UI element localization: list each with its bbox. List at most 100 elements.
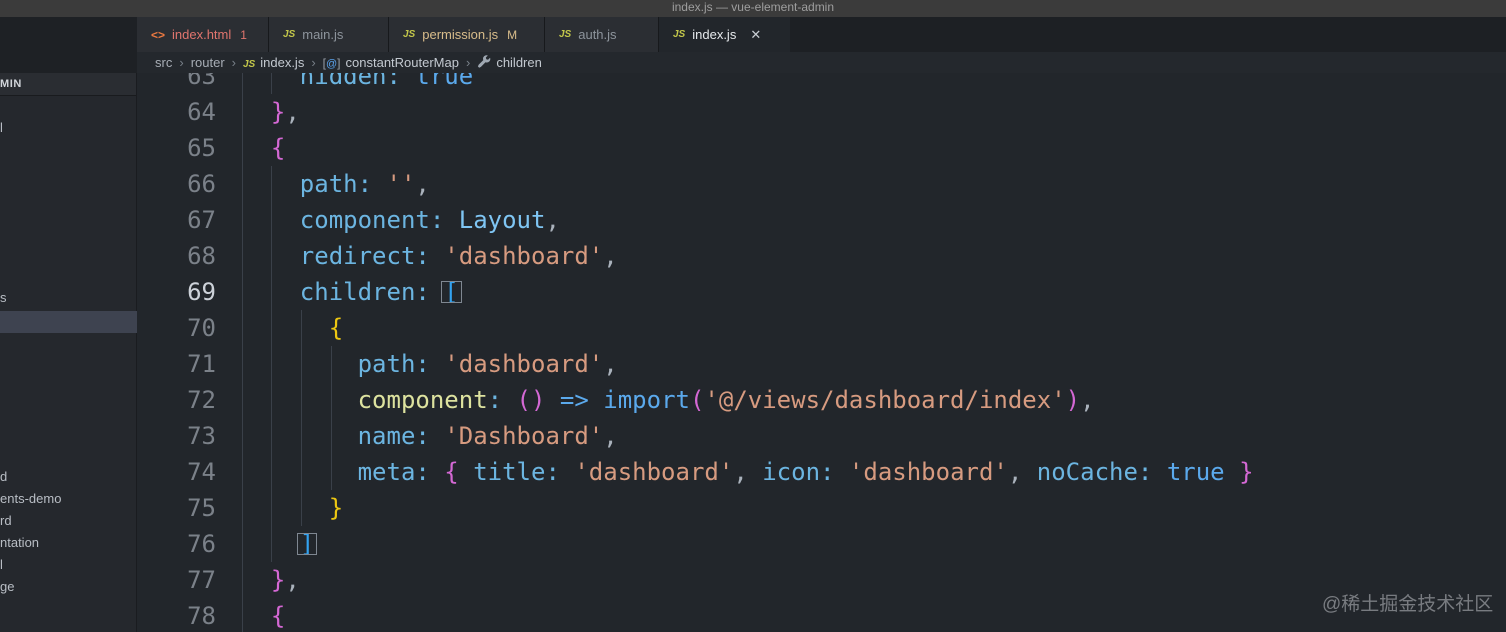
problems-badge: 1 [240, 27, 247, 42]
tab-auth.js[interactable]: JS auth.js [545, 17, 659, 52]
code-text: redirect: 'dashboard', [299, 242, 618, 270]
code-line-72[interactable]: 72 component: () => import('@/views/dash… [0, 382, 1506, 418]
code-line-76[interactable]: 76 ] [0, 526, 1506, 562]
tab-label: auth.js [578, 27, 617, 42]
tab-label: index.js [692, 27, 737, 42]
editor-tab-bar: <> index.html 1 JS main.js JS permission.js M JS… [137, 17, 1506, 52]
git-modified-badge: M [507, 27, 518, 42]
code-text: children: [ [299, 278, 459, 306]
breadcrumb-separator-icon: › [179, 55, 184, 70]
js-file-icon: JS [283, 29, 296, 40]
line-number[interactable]: 71 [140, 346, 216, 382]
breadcrumb-separator-icon: › [231, 55, 236, 70]
code-text: }, [270, 98, 300, 126]
vscode-window: index.js — vue-element-admin ··· <>index… [0, 0, 1506, 632]
code-line-66[interactable]: 66 path: '', [0, 166, 1506, 202]
explorer-sidebar: MIN l s d ents-demo rd ntation l ge [0, 73, 137, 632]
tab-index.js[interactable]: JS index.js ✕ [659, 17, 790, 52]
tab-permission.js[interactable]: JS permission.js M [389, 17, 545, 52]
breadcrumb-item-children[interactable]: children [477, 55, 542, 70]
code-line-75[interactable]: 75 } [0, 490, 1506, 526]
tree-item[interactable]: ents-demo [0, 488, 137, 510]
line-number[interactable]: 75 [140, 490, 216, 526]
tab-index.html[interactable]: <> index.html 1 [137, 17, 269, 52]
js-file-icon: JS [559, 29, 572, 40]
window-titlebar: index.js — vue-element-admin [0, 0, 1506, 17]
breadcrumb-item-router[interactable]: router [191, 55, 225, 70]
line-number[interactable]: 78 [140, 598, 216, 632]
breadcrumb-label: constantRouterMap [345, 55, 459, 70]
breadcrumb-item-index.js[interactable]: JS index.js [243, 55, 304, 70]
line-number[interactable]: 69 [140, 274, 216, 310]
tree-item[interactable]: ntation [0, 532, 137, 554]
line-number[interactable]: 65 [140, 130, 216, 166]
tab-label: main.js [302, 27, 344, 42]
wrench-icon [477, 55, 491, 70]
code-text: ] [242, 526, 314, 562]
tree-item[interactable]: s [0, 287, 137, 309]
tree-item[interactable]: ge [0, 576, 137, 598]
js-file-icon: JS [403, 29, 416, 40]
tree-item[interactable]: d [0, 466, 137, 488]
matched-bracket: [ [444, 278, 459, 306]
html-file-icon: <> [151, 27, 166, 42]
code-text: } [328, 494, 344, 522]
breadcrumb-item-constantRouterMap[interactable]: [@] constantRouterMap [323, 55, 459, 70]
code-text: component: Layout, [299, 206, 560, 234]
watermark-text: @稀土掘金技术社区 [1322, 594, 1494, 615]
breadcrumb-label: children [496, 55, 542, 70]
line-number[interactable]: 76 [140, 526, 216, 562]
sidebar-top-strip [0, 17, 137, 73]
line-number[interactable]: 66 [140, 166, 216, 202]
explorer-section-header[interactable]: MIN [0, 73, 136, 96]
line-number[interactable]: 72 [140, 382, 216, 418]
tab-label: permission.js [422, 27, 499, 42]
symbol-array-icon: [@] [322, 56, 341, 70]
code-line-74[interactable]: 74 meta: { title: 'dashboard', icon: 'da… [0, 454, 1506, 490]
line-number[interactable]: 67 [140, 202, 216, 238]
code-text: }, [270, 566, 300, 594]
code-line-78[interactable]: 78 { [0, 598, 1506, 632]
code-text: { [328, 314, 344, 342]
code-line-69[interactable]: 69 children: [ [0, 274, 1506, 310]
code-line-77[interactable]: 77 }, [0, 562, 1506, 598]
line-number[interactable]: 64 [140, 94, 216, 130]
code-line-71[interactable]: 71 path: 'dashboard', [0, 346, 1506, 382]
breadcrumb-label: src [155, 55, 173, 70]
code-line-73[interactable]: 73 name: 'Dashboard', [0, 418, 1506, 454]
js-file-icon: JS [673, 29, 686, 40]
breadcrumb-label: router [190, 55, 225, 70]
code-text: meta: { title: 'dashboard', icon: 'dashb… [357, 458, 1254, 486]
code-editor[interactable]: 63 hidden: true 64 }, 65 {66 path: '', 67 c… [0, 0, 1506, 632]
line-number[interactable]: 77 [140, 562, 216, 598]
code-line-68[interactable]: 68 redirect: 'dashboard', [0, 238, 1506, 274]
breadcrumb-separator-icon: › [311, 55, 316, 70]
tree-item[interactable]: l [0, 117, 137, 139]
tab-main.js[interactable]: JS main.js [269, 17, 389, 52]
code-text: component: () => import('@/views/dashboa… [357, 386, 1095, 414]
line-number[interactable]: 73 [140, 418, 216, 454]
line-number[interactable]: 74 [140, 454, 216, 490]
breadcrumb-separator-icon: › [465, 55, 471, 70]
tab-label: index.html [172, 27, 232, 42]
code-text: { [270, 602, 286, 630]
window-title: index.js — vue-element-admin [671, 0, 835, 14]
breadcrumb-item-src[interactable]: src [155, 55, 172, 70]
matched-bracket: ] [299, 530, 315, 558]
code-text: name: 'Dashboard', [357, 422, 618, 450]
line-number[interactable]: 70 [140, 310, 216, 346]
close-icon[interactable]: ✕ [750, 27, 761, 43]
code-line-65[interactable]: 65 { [0, 130, 1506, 166]
code-line-67[interactable]: 67 component: Layout, [0, 202, 1506, 238]
tree-item-selected[interactable] [0, 311, 137, 333]
tree-item[interactable]: rd [0, 510, 137, 532]
breadcrumb: src › router › JS index.js › [@] constantRouterM… [137, 52, 1506, 73]
breadcrumb-label: index.js [260, 55, 305, 70]
code-line-70[interactable]: 70 { [0, 310, 1506, 346]
js-file-icon: JS [243, 59, 256, 70]
line-number[interactable]: 68 [140, 238, 216, 274]
code-line-64[interactable]: 64 }, [0, 94, 1506, 130]
tree-item[interactable]: l [0, 554, 137, 576]
code-text: { [270, 134, 286, 162]
code-text: path: '', [299, 170, 430, 198]
